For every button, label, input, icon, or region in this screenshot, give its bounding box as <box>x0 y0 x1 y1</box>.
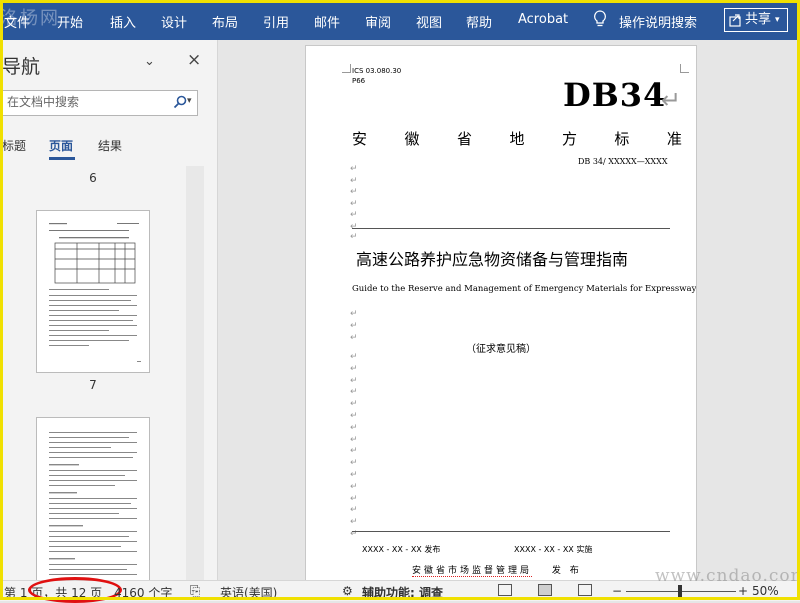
paragraph-mark: ↵ <box>350 232 358 242</box>
ccs-code: P66 <box>352 77 366 85</box>
share-button[interactable]: 共享 ▾ <box>724 8 788 32</box>
issuing-authority: 安徽省市场监督管理局 发 布 <box>412 563 582 577</box>
word-count[interactable]: 4160 个字 <box>114 584 172 601</box>
implement-date: XXXX - XX - XX 实施 <box>514 545 593 554</box>
search-options-chevron-icon[interactable]: ▾ <box>187 96 192 106</box>
proofing-icon[interactable]: ⎘ <box>190 584 200 599</box>
search-input[interactable] <box>5 94 169 110</box>
paragraph-marks: ↵ ↵ ↵ ↵ ↵ ↵ <box>350 164 358 232</box>
issuer-name: 安徽省市场监督管理局 <box>412 566 533 577</box>
document-page[interactable]: ICS 03.080.30 P66 DB34 ↵ 安 徽 省 地 方 标 准 D… <box>305 45 697 585</box>
nav-search-box[interactable]: ▾ <box>0 90 198 116</box>
category-char: 安 <box>352 130 368 148</box>
margin-corner-mark <box>680 64 689 73</box>
tab-file[interactable]: 文件 <box>4 12 30 31</box>
zoom-in-button[interactable]: + <box>738 584 748 598</box>
category-char: 方 <box>561 130 577 148</box>
thumbnail-content <box>49 432 137 575</box>
category-char: 徽 <box>404 130 420 148</box>
page-thumbnail-6[interactable] <box>36 210 150 373</box>
navigation-pane: 导航 ⌄ × ▾ 标题 页面 结果 6 <box>0 40 218 580</box>
chevron-down-icon: ▾ <box>775 15 780 25</box>
nav-scrollbar[interactable] <box>186 166 204 580</box>
thumbnail-content <box>49 223 141 362</box>
accessibility-icon: ⚙ <box>342 584 353 598</box>
read-mode-button[interactable] <box>498 584 512 596</box>
document-title-cn: 高速公路养护应急物资储备与管理指南 <box>356 250 629 269</box>
tell-me-search[interactable]: 操作说明搜索 <box>619 12 697 31</box>
page-number-label: 6 <box>89 171 97 185</box>
tab-design[interactable]: 设计 <box>161 12 187 31</box>
standard-code: DB34 <box>563 76 667 114</box>
draft-label: （征求意见稿） <box>466 344 536 355</box>
zoom-level[interactable]: 50% <box>752 584 779 598</box>
language[interactable]: 英语(美国) <box>220 584 277 601</box>
tab-references[interactable]: 引用 <box>263 12 289 31</box>
print-layout-button[interactable] <box>538 584 552 596</box>
tab-insert[interactable]: 插入 <box>110 12 136 31</box>
tab-layout[interactable]: 布局 <box>212 12 238 31</box>
category-char: 省 <box>456 130 472 148</box>
paragraph-marks: ↵ ↵ ↵ <box>350 309 358 343</box>
tab-pages[interactable]: 页面 <box>49 137 73 154</box>
tab-review[interactable]: 审阅 <box>365 12 391 31</box>
tab-results[interactable]: 结果 <box>98 137 122 154</box>
page-number-label: 7 <box>89 378 97 392</box>
close-icon[interactable]: × <box>187 50 201 70</box>
category-char: 标 <box>614 130 630 148</box>
standard-number: DB 34/ XXXXX—XXXX <box>578 157 668 166</box>
watermark-bottom: www.cndao.com <box>655 566 800 586</box>
category-char: 准 <box>666 130 682 148</box>
zoom-out-button[interactable]: − <box>612 584 622 598</box>
tab-view[interactable]: 视图 <box>416 12 442 31</box>
zoom-slider-handle[interactable] <box>678 585 682 597</box>
active-tab-indicator <box>49 157 75 160</box>
tab-mailings[interactable]: 邮件 <box>314 12 340 31</box>
footer-rule <box>352 531 670 532</box>
standard-category: 安 徽 省 地 方 标 准 <box>352 128 682 149</box>
highlight-oval <box>28 577 122 603</box>
tab-help[interactable]: 帮助 <box>466 12 492 31</box>
lightbulb-icon <box>594 10 606 27</box>
header-rule <box>352 228 670 229</box>
ribbon-bar: 洛杨网 文件 开始 插入 设计 布局 引用 邮件 审阅 视图 帮助 Acroba… <box>0 0 800 40</box>
category-char: 地 <box>509 130 525 148</box>
ics-code: ICS 03.080.30 <box>352 67 402 75</box>
search-icon[interactable] <box>173 95 187 109</box>
web-layout-button[interactable] <box>578 584 592 596</box>
margin-corner-mark <box>342 64 351 73</box>
paragraph-marks: ↵ ↵ ↵ ↵ ↵ ↵ ↵ ↵ ↵ ↵ ↵ ↵ ↵ ↵ ↵ ↵ <box>350 352 358 539</box>
nav-options-chevron-icon[interactable]: ⌄ <box>144 54 155 69</box>
document-title-en: Guide to the Reserve and Management of E… <box>352 284 697 294</box>
tab-headings[interactable]: 标题 <box>2 137 26 154</box>
document-area: ICS 03.080.30 P66 DB34 ↵ 安 徽 省 地 方 标 准 D… <box>218 40 800 585</box>
paragraph-mark: ↵ <box>661 86 682 114</box>
page-thumbnail-7[interactable] <box>36 417 150 580</box>
issuer-suffix: 发 布 <box>551 566 582 576</box>
accessibility-status[interactable]: 辅助功能: 调查 <box>362 584 443 601</box>
nav-title: 导航 <box>2 56 41 78</box>
publish-date: XXXX - XX - XX 发布 <box>362 545 441 554</box>
tab-acrobat[interactable]: Acrobat <box>518 12 568 27</box>
share-label: 共享 <box>745 12 772 27</box>
share-icon <box>729 14 741 27</box>
tab-home[interactable]: 开始 <box>57 12 83 31</box>
